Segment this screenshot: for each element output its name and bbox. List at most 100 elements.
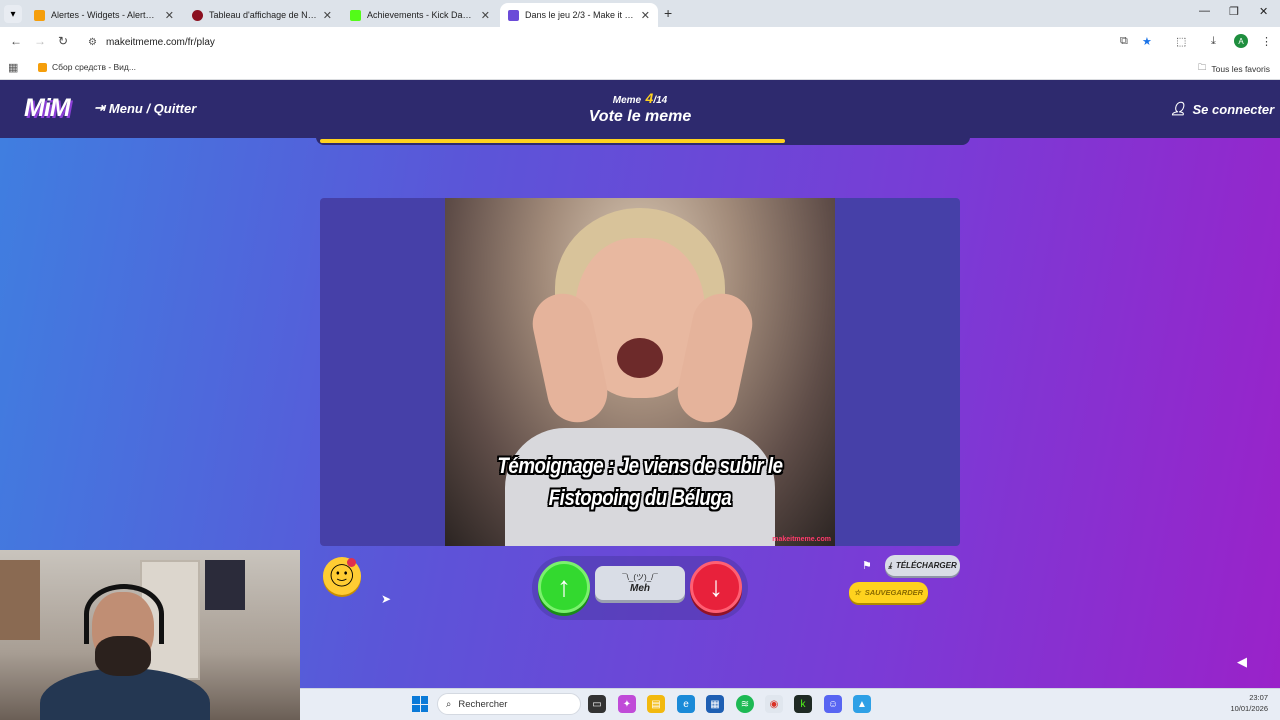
tab-list-button[interactable]: ▾ <box>4 5 22 23</box>
bookmarks-bar: ▦ Сбор средств - Вид... 🗀 Tous les favor… <box>0 57 1280 80</box>
tab-naruto[interactable]: Tableau d'affichage de Naruto ✕ <box>184 3 340 27</box>
spotify-icon[interactable]: ≋ <box>736 695 754 713</box>
store-icon[interactable]: ▦ <box>706 695 724 713</box>
url-text: makeitmeme.com/fr/play <box>105 36 215 48</box>
forward-icon[interactable]: → <box>34 34 46 48</box>
mim-logo[interactable]: MiM <box>24 94 71 123</box>
bookmark-item[interactable]: Сбор средств - Вид... <box>38 62 136 72</box>
tab-close-icon[interactable]: ✕ <box>481 9 490 22</box>
download-label: TÉLÉCHARGER <box>895 561 957 570</box>
meme-caption: Témoignage : Je viens de subir le Fistop… <box>497 453 783 510</box>
tab-close-icon[interactable]: ✕ <box>323 9 332 22</box>
tab-label: Achievements - Kick Dashboard <box>367 10 475 20</box>
bookmark-favicon <box>38 62 47 72</box>
meme-word: Meme <box>612 95 642 106</box>
webcam-poster <box>205 560 245 610</box>
timer-progress-bar <box>316 137 970 145</box>
exit-icon: ⇥ <box>94 100 105 115</box>
shrug-text: ¯\_(ツ)_/¯ <box>622 573 658 582</box>
tab-close-icon[interactable]: ✕ <box>165 9 174 22</box>
folder-icon: 🗀 <box>1197 62 1207 72</box>
sound-icon[interactable]: ◀︎ <box>1237 654 1247 670</box>
tab-favicon <box>34 9 45 21</box>
mouse-cursor-icon: ➤ <box>381 592 392 606</box>
taskbar-search-label: Rechercher <box>458 698 508 710</box>
windows-start-icon[interactable] <box>412 696 428 712</box>
all-favorites-label: Tous les favoris <box>1211 64 1270 74</box>
user-icon: 👤︎ <box>1170 101 1187 116</box>
tab-close-icon[interactable]: ✕ <box>641 9 650 22</box>
save-label: SAUVEGARDER <box>864 588 924 597</box>
meme-mouth <box>617 338 663 378</box>
edge-icon[interactable]: e <box>677 695 695 713</box>
webcam-headset <box>84 584 164 644</box>
meh-label: Meh <box>630 583 650 594</box>
tab-favicon <box>192 9 203 21</box>
tab-label: Tableau d'affichage de Naruto <box>209 10 317 20</box>
task-view-icon[interactable]: ▭ <box>588 695 606 713</box>
downvote-button[interactable]: ↓ <box>690 561 742 613</box>
kick-app-icon[interactable]: k <box>794 695 812 713</box>
browser-toolbar: ← → ↻ ⚙ makeitmeme.com/fr/play ⧉ ★ ⬚ ⤓ ⋮ <box>0 27 1280 57</box>
download-button[interactable]: ⤓ TÉLÉCHARGER <box>885 555 960 576</box>
restore-icon[interactable]: ❐ <box>1229 5 1239 18</box>
clock-date: 10/01/2026 <box>1230 704 1268 713</box>
bookmark-label: Сбор средств - Вид... <box>52 62 136 72</box>
all-favorites-button[interactable]: 🗀 Tous les favoris <box>1198 62 1270 76</box>
search-icon: ⌕ <box>446 698 452 710</box>
tab-favicon <box>508 9 519 21</box>
browser-menu-icon[interactable]: ⋮ <box>1261 35 1272 48</box>
tab-label: Alertes - Widgets - Alertes de d <box>51 10 159 20</box>
close-window-icon[interactable]: ✕ <box>1259 5 1268 18</box>
meme-total: /14 <box>653 95 668 106</box>
chrome-icon[interactable]: ◉ <box>765 695 783 713</box>
clock-time: 23:07 <box>1249 693 1268 702</box>
star-icon: ☆ <box>853 588 861 597</box>
install-app-icon[interactable]: ⧉ <box>1120 35 1128 48</box>
login-button[interactable]: 👤︎ Se connecter <box>1170 101 1274 117</box>
taskbar-search[interactable]: ⌕ Rechercher <box>437 693 581 715</box>
minimize-icon[interactable]: — <box>1199 5 1210 17</box>
meme-image: Témoignage : Je viens de subir le Fistop… <box>445 198 835 546</box>
round-info: Meme 4/14 Vote le meme <box>540 90 740 126</box>
arrow-up-icon: ↑ <box>557 571 571 602</box>
heart-icon <box>347 558 356 567</box>
photos-icon[interactable]: ▲ <box>853 695 871 713</box>
meme-frame: Témoignage : Je viens de subir le Fistop… <box>320 198 960 546</box>
reload-icon[interactable]: ↻ <box>58 34 68 48</box>
tab-favicon <box>350 9 361 21</box>
meme-watermark: makeitmeme.com <box>772 536 831 543</box>
site-info-icon[interactable]: ⚙ <box>88 37 97 48</box>
profile-avatar[interactable]: A <box>1234 34 1248 48</box>
menu-quit-label: Menu / Quitter <box>108 100 197 116</box>
upvote-button[interactable]: ↑ <box>538 561 590 613</box>
tab-label: Dans le jeu 2/3 - Make it Meme <box>525 10 635 20</box>
save-button[interactable]: ☆ SAUVEGARDER <box>849 582 928 603</box>
menu-quit-button[interactable]: ⇥ Menu / Quitter <box>94 100 196 116</box>
tab-make-it-meme[interactable]: Dans le jeu 2/3 - Make it Meme ✕ <box>500 3 658 27</box>
webcam-shelf <box>0 560 40 640</box>
tab-alertes[interactable]: Alertes - Widgets - Alertes de d ✕ <box>26 3 182 27</box>
bookmark-star-icon[interactable]: ★ <box>1142 35 1152 48</box>
copilot-icon[interactable]: ✦ <box>618 695 636 713</box>
arrow-down-icon: ↓ <box>709 571 723 602</box>
tab-kick[interactable]: Achievements - Kick Dashboard ✕ <box>342 3 498 27</box>
discord-icon[interactable]: ☺ <box>824 695 842 713</box>
back-icon[interactable]: ← <box>10 34 22 48</box>
meh-button[interactable]: ¯\_(ツ)_/¯ Meh <box>595 566 685 600</box>
download-icon: ⤓ <box>888 560 892 570</box>
extensions-icon[interactable]: ⬚ <box>1176 35 1186 48</box>
apps-grid-icon[interactable]: ▦ <box>8 61 18 74</box>
report-flag-icon[interactable]: ⚑ <box>862 559 872 572</box>
file-explorer-icon[interactable]: ▤ <box>647 695 665 713</box>
game-header: MiM ⇥ Menu / Quitter Meme 4/14 Vote le m… <box>0 80 1280 138</box>
downloads-icon[interactable]: ⤓ <box>1211 35 1216 48</box>
new-tab-icon[interactable]: + <box>664 5 672 21</box>
taskbar-clock[interactable]: 23:07 10/01/2026 <box>1230 692 1268 714</box>
login-label: Se connecter <box>1192 101 1275 117</box>
address-bar[interactable]: ⚙ makeitmeme.com/fr/play <box>80 30 1165 54</box>
phase-title: Vote le meme <box>588 108 692 125</box>
timer-progress-fill <box>320 139 786 143</box>
tab-strip: ▾ Alertes - Widgets - Alertes de d ✕ Tab… <box>0 0 1280 27</box>
webcam-overlay <box>0 550 300 720</box>
